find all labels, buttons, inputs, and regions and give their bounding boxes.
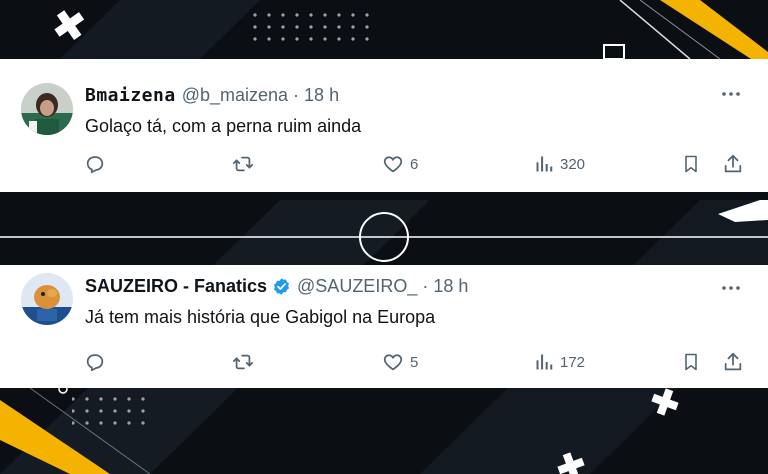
tweet-header: SAUZEIRO - Fanatics @SAUZEIRO_ · 18 h (85, 276, 468, 297)
reply-button[interactable] (84, 349, 106, 375)
tweet-actions: 5 172 (0, 349, 768, 375)
tweet-card[interactable]: SAUZEIRO - Fanatics @SAUZEIRO_ · 18 h Já… (0, 265, 768, 388)
display-name[interactable]: SAUZEIRO - Fanatics (85, 276, 267, 297)
tweet-text: Já tem mais história que Gabigol na Euro… (85, 307, 436, 327)
bookmark-icon (685, 353, 697, 371)
avatar[interactable] (21, 83, 73, 135)
separator: · (422, 276, 429, 296)
more-icon[interactable] (720, 83, 742, 105)
like-button[interactable]: 5 (382, 349, 418, 375)
avatar-image (21, 273, 73, 325)
tweet-text: Golaço tá, com a perna ruim ainda (85, 116, 362, 136)
views-count: 172 (560, 353, 586, 371)
retweet-icon (232, 156, 254, 172)
share-icon (724, 352, 742, 371)
tweet-actions: 6 320 (0, 151, 768, 177)
reply-icon (86, 354, 104, 372)
like-count: 5 (410, 353, 419, 371)
like-count: 6 (410, 155, 419, 173)
views-button[interactable]: 320 (534, 151, 585, 177)
bookmark-icon (685, 155, 697, 173)
more-icon[interactable] (720, 277, 742, 299)
timestamp[interactable]: 18 h (433, 276, 468, 297)
share-icon (724, 154, 742, 173)
views-count: 320 (560, 155, 586, 173)
display-name[interactable]: Bmaizena (85, 85, 176, 106)
avatar[interactable] (21, 273, 73, 325)
tweet-header: Bmaizena @b_maizena · 18 h (85, 85, 339, 106)
share-button[interactable] (722, 151, 744, 177)
like-icon (383, 156, 403, 173)
verified-badge-icon (272, 277, 291, 296)
views-icon (536, 156, 553, 172)
tweet-card[interactable]: Bmaizena @b_maizena · 18 h Golaço tá, co… (0, 59, 768, 192)
retweet-button[interactable] (231, 349, 255, 375)
share-button[interactable] (722, 349, 744, 375)
avatar-image (21, 83, 73, 135)
like-button[interactable]: 6 (382, 151, 418, 177)
reply-icon (86, 156, 104, 174)
bookmark-button[interactable] (681, 151, 701, 177)
handle[interactable]: @b_maizena (182, 85, 288, 106)
bookmark-button[interactable] (681, 349, 701, 375)
timestamp[interactable]: 18 h (304, 85, 339, 106)
views-icon (536, 354, 553, 370)
reply-button[interactable] (84, 151, 106, 177)
retweet-icon (232, 354, 254, 370)
separator: · (293, 85, 300, 105)
like-icon (383, 354, 403, 371)
retweet-button[interactable] (231, 151, 255, 177)
views-button[interactable]: 172 (534, 349, 585, 375)
handle[interactable]: @SAUZEIRO_ (297, 276, 417, 297)
